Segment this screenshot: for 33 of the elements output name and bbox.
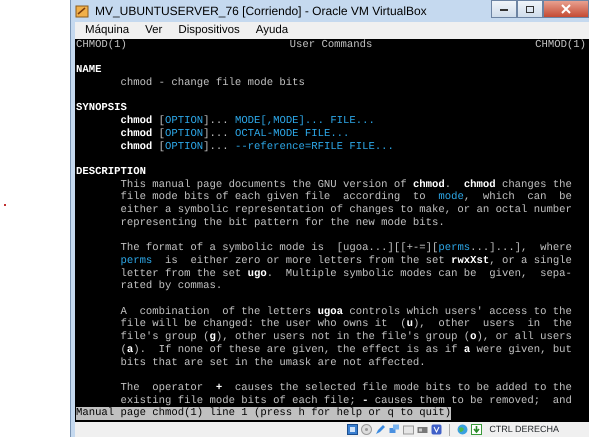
down-arrow-icon[interactable] [471,424,482,435]
menu-item[interactable]: Ayuda [250,22,294,39]
dot-mark [4,204,6,206]
window-title: MV_UBUNTUSERVER_76 [Corriendo] - Oracle VM VirtualBox [95,3,427,20]
page-header-name: CHMOD(1) [535,39,586,52]
paragraph: chmod [OPTION]... MODE[,MODE]... FILE... chmod [OPTION]... OCTAL-MODE FILE... chmod [OPTION]... --reference=RFILE FILE... [120,115,395,154]
minimize-button[interactable] [491,0,517,18]
page-header-title: User Commands [290,39,372,52]
host-key-label: CTRL DERECHA [489,422,559,436]
minimize-icon [499,6,509,12]
page-header-name: CHMOD(1) [76,39,127,52]
network-icon[interactable] [389,424,400,435]
paragraph: The operator + causes the selected file mode bits to be added to the existing file mode bits of each file; - causes them to be removed; and [120,382,573,407]
pencil-icon[interactable] [375,424,386,435]
disk-icon[interactable] [347,424,358,435]
section-heading: NAME [76,64,102,78]
maximize-button[interactable] [517,0,543,18]
vm-icon[interactable] [431,424,442,435]
globe-icon[interactable] [457,424,468,435]
paragraph: chmod - change file mode bits [120,77,306,90]
close-button[interactable] [543,0,589,18]
section-heading: DESCRIPTION [76,166,147,179]
menu-item[interactable]: Dispositivos [172,22,246,39]
paragraph: The format of a symbolic mode is [ugoa...][[+-=][perms...]...], where perms is either zero or more letters from the set rwxXst, or a single letter from the set ugo. Multiple symbolic modes can be given, sepa- rated by commas. [120,242,573,293]
section-heading: SYNOPSIS [76,102,128,115]
menu-item[interactable]: Máquina [79,22,136,39]
app-icon [75,4,89,18]
menu-item[interactable]: Ver [139,22,168,39]
pager-prompt: Manual page chmod(1) line 1 (press h for help or q to quit) [76,407,452,420]
paragraph: This manual page documents the GNU version of chmod. chmod changes the file mode bits of each given file according to mode, which can be either a symbolic representation of changes to make, or an octal number representing the bit pattern for the new mode bits. [120,178,573,230]
paragraph: A combination of the letters ugoa controls which users' access to the file will be changed: the user who owns it (u), other users in the file's group (g), other users not in the file's group (o), or all users (a). If none of these are given, the effect is as if a were given, but bits that are set in the umask are not affected. [120,306,573,370]
close-icon [561,4,571,14]
maximize-icon [525,4,535,14]
